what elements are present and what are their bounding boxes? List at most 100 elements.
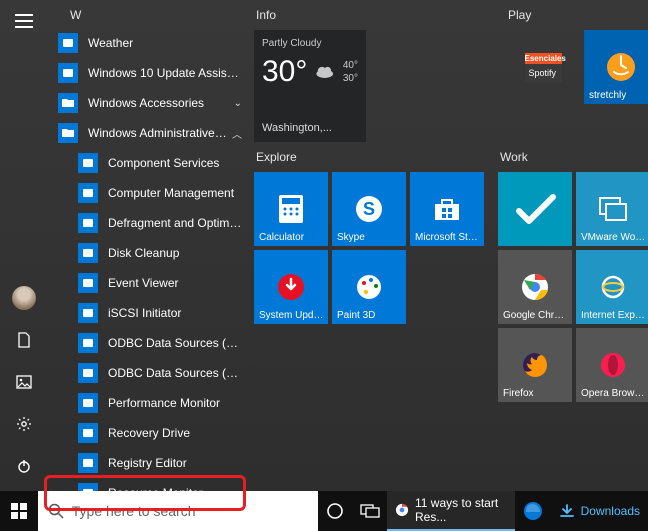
taskbar-app-edge[interactable] (515, 491, 551, 531)
avatar-icon (12, 286, 36, 310)
app-label: Windows Administrative Tools (88, 126, 228, 140)
search-box[interactable] (38, 491, 318, 531)
user-avatar-button[interactable] (0, 277, 48, 319)
group-title[interactable]: Work (498, 150, 648, 164)
weather-condition: Partly Cloudy (262, 38, 358, 49)
app-icon (78, 423, 98, 443)
group-title[interactable]: Explore (254, 150, 486, 164)
app-row-component-services[interactable]: Component Services (48, 148, 248, 178)
app-label: Weather (88, 36, 242, 50)
settings-button[interactable] (0, 403, 48, 445)
app-row-performance-monitor[interactable]: Performance Monitor (48, 388, 248, 418)
chevron-icon: ︿ (232, 126, 242, 141)
app-label: Windows 10 Update Assistant (88, 66, 242, 80)
app-row-windows-accessories[interactable]: Windows Accessories ⌄ (48, 88, 248, 118)
tile-vmware[interactable]: VMware Workstation 1... (576, 172, 648, 246)
vmware-icon (598, 196, 628, 222)
group-play: Play Esenciales Spotify stretchly (506, 8, 648, 142)
app-icon (58, 63, 78, 83)
app-icon (78, 453, 98, 473)
app-icon (78, 183, 98, 203)
edge-icon (523, 501, 543, 521)
cortana-button[interactable] (318, 491, 353, 531)
app-label: Windows Accessories (88, 96, 230, 110)
stretchly-icon (604, 50, 638, 84)
tile-weather[interactable]: Partly Cloudy 30° 40°30° Washington,... (254, 30, 366, 142)
tile-calculator[interactable]: Calculator (254, 172, 328, 246)
app-icon (78, 333, 98, 353)
tile-opera[interactable]: Opera Browser (576, 328, 648, 402)
folder-icon (58, 123, 78, 143)
group-work: Work VMware Workstation 1... Google Chro… (498, 150, 648, 402)
left-rail (0, 0, 48, 491)
app-icon (78, 363, 98, 383)
app-label: Computer Management (108, 186, 242, 200)
app-row-iscsi-initiator[interactable]: iSCSI Initiator (48, 298, 248, 328)
app-row-weather[interactable]: Weather (48, 28, 248, 58)
tile-firefox[interactable]: Firefox (498, 328, 572, 402)
tile-spotify[interactable]: Esenciales Spotify (506, 30, 580, 104)
app-icon (78, 273, 98, 293)
tile-check[interactable] (498, 172, 572, 246)
app-row-defragment-and-optimize-drives[interactable]: Defragment and Optimize Drives (48, 208, 248, 238)
windows-icon (11, 503, 27, 519)
tile-microsoft-store[interactable]: Microsoft Store (410, 172, 484, 246)
tile-stretchly[interactable]: stretchly (584, 30, 648, 104)
download-icon (559, 503, 575, 519)
taskbar-downloads[interactable]: Downloads (551, 491, 648, 531)
app-icon (78, 483, 98, 491)
check-icon (509, 183, 561, 235)
app-icon (78, 213, 98, 233)
letter-header[interactable]: W (48, 4, 248, 28)
calculator-icon (278, 194, 304, 224)
chrome-icon (395, 501, 409, 519)
tile-system-update[interactable]: System Update (254, 250, 328, 324)
svg-text:S: S (363, 199, 375, 219)
chevron-icon: ⌄ (234, 98, 242, 109)
hamburger-button[interactable] (0, 0, 48, 42)
start-button[interactable] (0, 491, 38, 531)
app-label: Registry Editor (108, 456, 242, 470)
tile-skype[interactable]: S Skype (332, 172, 406, 246)
app-label: Component Services (108, 156, 242, 170)
group-explore: Explore Calculator S Skype Microsoft Sto… (254, 150, 486, 402)
app-icon (78, 393, 98, 413)
pictures-button[interactable] (0, 361, 48, 403)
tiles-area: Info Partly Cloudy 30° 40°30° Washington… (248, 0, 648, 491)
app-label: Performance Monitor (108, 396, 242, 410)
app-row-odbc-data-sources-32-bit-[interactable]: ODBC Data Sources (32-bit) (48, 328, 248, 358)
task-view-button[interactable] (352, 491, 387, 531)
app-row-computer-management[interactable]: Computer Management (48, 178, 248, 208)
app-icon (78, 153, 98, 173)
taskbar-app-chrome[interactable]: 11 ways to start Res... (387, 491, 515, 531)
app-label: Disk Cleanup (108, 246, 242, 260)
search-input[interactable] (72, 503, 308, 519)
chrome-icon (520, 272, 550, 302)
app-row-event-viewer[interactable]: Event Viewer (48, 268, 248, 298)
group-title[interactable]: Play (506, 8, 648, 22)
skype-icon: S (353, 193, 385, 225)
app-row-registry-editor[interactable]: Registry Editor (48, 448, 248, 478)
tile-ie[interactable]: Internet Explorer (576, 250, 648, 324)
app-label: Event Viewer (108, 276, 242, 290)
weather-city: Washington,... (262, 122, 358, 134)
tile-chrome[interactable]: Google Chrome (498, 250, 572, 324)
documents-button[interactable] (0, 319, 48, 361)
ie-icon (599, 273, 627, 301)
cloud-icon (315, 61, 335, 81)
search-icon (48, 503, 64, 519)
app-row-recovery-drive[interactable]: Recovery Drive (48, 418, 248, 448)
power-button[interactable] (0, 445, 48, 487)
store-icon (433, 196, 461, 222)
app-icon (78, 303, 98, 323)
group-title[interactable]: Info (254, 8, 494, 22)
app-label: Recovery Drive (108, 426, 242, 440)
app-row-odbc-data-sources-64-bit-[interactable]: ODBC Data Sources (64-bit) (48, 358, 248, 388)
app-icon (58, 33, 78, 53)
app-row-resource-monitor[interactable]: Resource Monitor (48, 478, 248, 491)
tile-paint3d[interactable]: Paint 3D (332, 250, 406, 324)
app-row-disk-cleanup[interactable]: Disk Cleanup (48, 238, 248, 268)
app-row-windows-administrative-tools[interactable]: Windows Administrative Tools ︿ (48, 118, 248, 148)
app-row-windows-10-update-assistant[interactable]: Windows 10 Update Assistant (48, 58, 248, 88)
group-info: Info Partly Cloudy 30° 40°30° Washington… (254, 8, 494, 142)
